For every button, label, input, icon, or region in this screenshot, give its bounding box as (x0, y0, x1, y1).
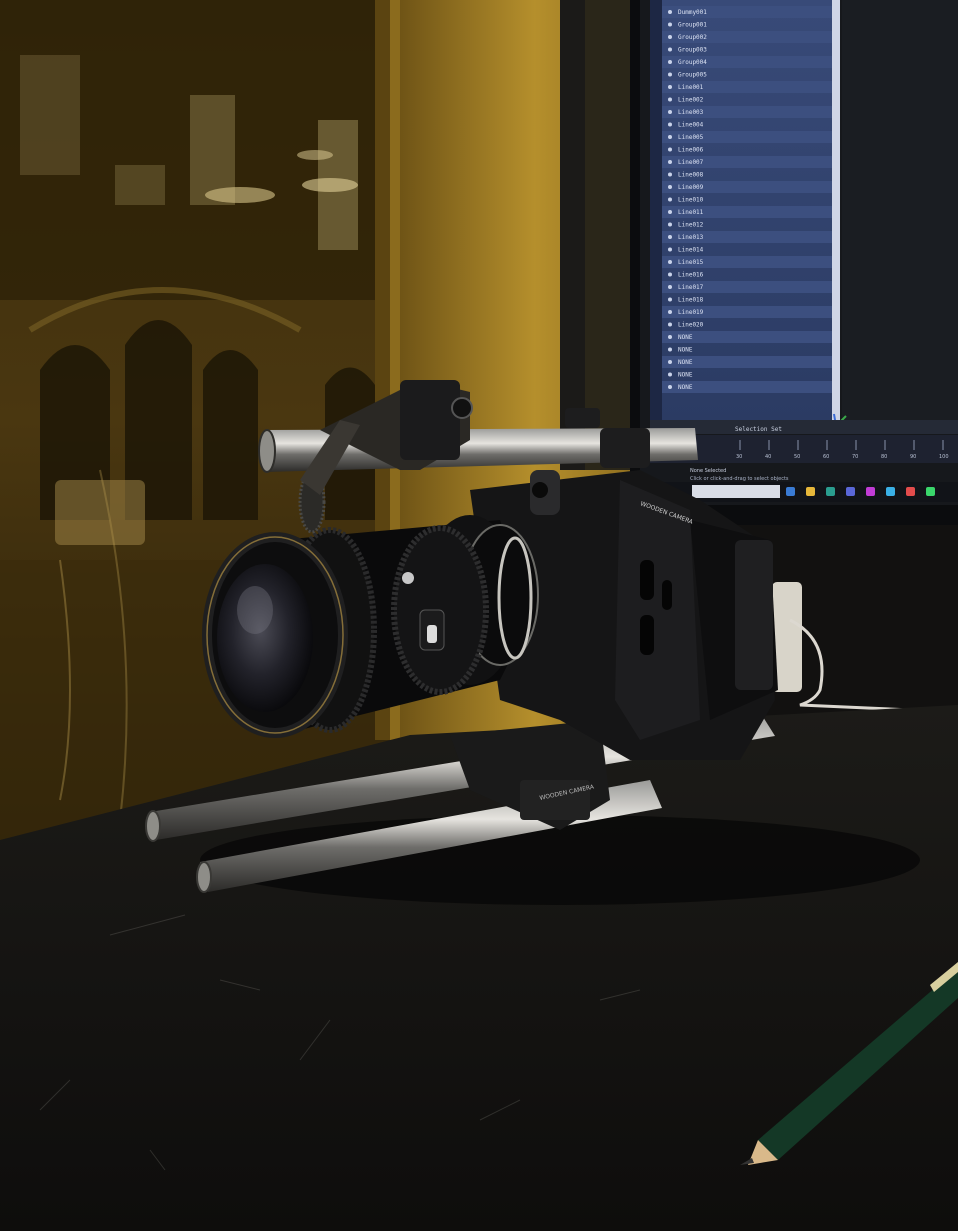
taskbar-app-icon[interactable] (926, 487, 935, 496)
outliner-item[interactable]: Group004 (678, 59, 707, 66)
visibility-icon[interactable] (668, 160, 672, 164)
timeline-tick-label: 50 (794, 454, 800, 460)
visibility-icon[interactable] (668, 97, 672, 102)
visibility-icon[interactable] (668, 322, 672, 327)
outliner-item[interactable]: Line013 (678, 234, 704, 241)
visibility-icon[interactable] (668, 285, 672, 289)
selection-set-label: Selection Set (735, 426, 782, 433)
visibility-icon[interactable] (668, 385, 672, 389)
timeline-tick-label: 80 (881, 454, 887, 460)
outliner-item[interactable]: Line010 (678, 197, 704, 204)
timeline-tick-label: 60 (823, 454, 829, 460)
visibility-icon[interactable] (668, 347, 672, 352)
visibility-icon[interactable] (668, 235, 672, 239)
outliner-item[interactable]: Line011 (678, 209, 704, 216)
outliner-item[interactable]: Group002 (678, 34, 707, 41)
timeline-tick-label: 90 (910, 454, 916, 460)
taskbar-app-icon[interactable] (906, 487, 915, 496)
visibility-icon[interactable] (668, 222, 672, 227)
visibility-icon[interactable] (668, 260, 672, 264)
outliner-item[interactable]: Group001 (678, 22, 707, 29)
visibility-icon[interactable] (668, 360, 672, 364)
visibility-icon[interactable] (668, 372, 672, 377)
outliner-item[interactable]: Dummy001 (678, 9, 707, 16)
outliner-item[interactable]: Group003 (678, 47, 707, 54)
visibility-icon[interactable] (668, 185, 672, 189)
outliner-item[interactable]: Line015 (678, 259, 704, 266)
outliner-item[interactable]: Line006 (678, 147, 704, 154)
outliner-item[interactable]: NONE (678, 372, 693, 379)
taskbar-app-icon[interactable] (786, 487, 795, 496)
outliner-item[interactable]: Line017 (678, 284, 704, 291)
outliner-item[interactable]: Line016 (678, 272, 704, 279)
visibility-icon[interactable] (668, 272, 672, 277)
visibility-icon[interactable] (668, 172, 672, 177)
taskbar-app-icon[interactable] (826, 487, 835, 496)
visibility-icon[interactable] (668, 72, 672, 77)
status-hint: Click or click-and-drag to select object… (690, 476, 789, 482)
taskbar-app-icon[interactable] (846, 487, 855, 496)
visibility-icon[interactable] (668, 47, 672, 52)
visibility-icon[interactable] (668, 335, 672, 339)
visibility-icon[interactable] (668, 297, 672, 302)
taskbar-app-icon[interactable] (806, 487, 815, 496)
visibility-icon[interactable] (668, 110, 672, 114)
outliner-item[interactable]: Line001 (678, 84, 704, 91)
timeline-tick-label: 70 (852, 454, 858, 460)
timeline-tick-label: 40 (765, 454, 771, 460)
timeline-tick-label: 100 (939, 454, 949, 460)
outliner-item[interactable]: Line008 (678, 172, 704, 179)
status-none-selected: None Selected (690, 468, 726, 474)
outliner-item[interactable]: NONE (678, 384, 693, 391)
outliner-item[interactable]: Line005 (678, 134, 704, 141)
outliner-item[interactable]: NONE (678, 359, 693, 366)
outliner-item[interactable]: Line018 (678, 297, 704, 304)
viewport (842, 0, 958, 430)
lens-glass (217, 564, 313, 712)
outliner-item[interactable]: NONE (678, 347, 693, 354)
outliner-item[interactable]: Line014 (678, 247, 704, 254)
visibility-icon[interactable] (668, 197, 672, 202)
visibility-icon[interactable] (668, 310, 672, 314)
visibility-icon[interactable] (668, 247, 672, 252)
outliner-item[interactable]: Line019 (678, 309, 704, 316)
visibility-icon[interactable] (668, 122, 672, 127)
outliner-item[interactable]: Group005 (678, 72, 707, 79)
taskbar-app-icon[interactable] (886, 487, 895, 496)
visibility-icon[interactable] (668, 35, 672, 39)
visibility-icon[interactable] (668, 85, 672, 89)
outliner-item[interactable]: NONE (678, 334, 693, 341)
visibility-icon[interactable] (668, 22, 672, 27)
outliner-item[interactable]: Line003 (678, 109, 704, 116)
outliner-item[interactable]: Line007 (678, 159, 704, 166)
outliner-item[interactable]: Line012 (678, 222, 704, 229)
taskbar-app-icon[interactable] (866, 487, 875, 496)
outliner-item[interactable]: Line004 (678, 122, 704, 129)
visibility-icon[interactable] (668, 147, 672, 152)
outliner-item[interactable]: Line020 (678, 322, 704, 329)
visibility-icon[interactable] (668, 210, 672, 214)
visibility-icon[interactable] (668, 135, 672, 139)
visibility-icon[interactable] (668, 10, 672, 14)
outliner-item[interactable]: Line002 (678, 97, 704, 104)
photo-scene: Dummy001 Group001 Group002 Group003 Group004… (0, 0, 958, 1231)
outliner-item[interactable]: Line009 (678, 184, 704, 191)
timeline-tick-label: 30 (736, 454, 742, 460)
visibility-icon[interactable] (668, 60, 672, 64)
photo-canvas: Dummy001 Group001 Group002 Group003 Group004… (0, 0, 958, 1231)
